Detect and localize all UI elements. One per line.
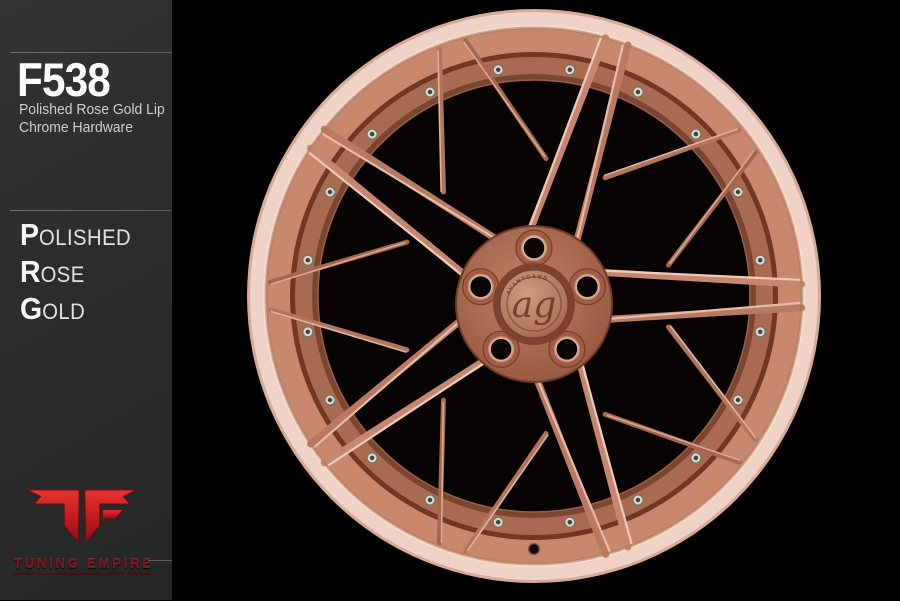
lug-hole	[490, 338, 512, 360]
panel-divider-mid	[10, 210, 172, 211]
rivet-center	[306, 258, 310, 262]
finish-word-polished: POLISHED	[20, 216, 131, 253]
finish-initial: R	[20, 253, 41, 290]
wheel-graphic: AVANTGARDE ag	[234, 0, 834, 596]
rivet-center	[428, 498, 432, 502]
jf-logo-icon	[24, 488, 140, 548]
finish-rest: OLISHED	[39, 225, 131, 251]
center-cap-logo: ag	[512, 285, 557, 326]
valve-hole	[529, 544, 540, 555]
rivet-center	[306, 330, 310, 334]
finish-label: POLISHED ROSE GOLD	[20, 216, 141, 327]
lug-hole	[556, 338, 578, 360]
rivet-center	[758, 330, 762, 334]
rivet-center	[428, 90, 432, 94]
model-subtitle-line1: Polished Rose Gold Lip	[19, 101, 165, 119]
rivet-center	[736, 190, 740, 194]
rivet-center	[328, 190, 332, 194]
finish-rest: OLD	[42, 299, 85, 325]
brand-name: TUNING EMPIRE	[14, 556, 154, 571]
finish-word-rose: ROSE	[20, 253, 131, 290]
rivet-center	[370, 456, 374, 460]
rivet-center	[328, 398, 332, 402]
rivet-center	[496, 68, 500, 72]
brand-underline	[12, 573, 153, 575]
info-panel: F538 Polished Rose Gold Lip Chrome Hardw…	[0, 0, 172, 600]
finish-initial: G	[20, 290, 42, 327]
rivet-center	[694, 456, 698, 460]
lug-hole	[470, 276, 492, 298]
finish-word-gold: GOLD	[20, 290, 131, 327]
finish-initial: P	[20, 216, 39, 253]
rivet-center	[736, 398, 740, 402]
rivet-center	[496, 520, 500, 524]
model-subtitle-line2: Chrome Hardware	[19, 119, 165, 137]
rivet-center	[758, 258, 762, 262]
lug-hole	[523, 237, 545, 259]
model-subtitle: Polished Rose Gold Lip Chrome Hardware	[19, 101, 165, 136]
wheel-image: AVANTGARDE ag	[234, 0, 834, 596]
brand-line	[148, 560, 172, 561]
rivet-center	[636, 498, 640, 502]
finish-rest: OSE	[41, 262, 85, 288]
rivet-center	[568, 520, 572, 524]
rivet-center	[636, 90, 640, 94]
lug-hole	[576, 276, 598, 298]
rivet-center	[370, 132, 374, 136]
model-title: F538	[17, 56, 110, 103]
rivet-center	[694, 132, 698, 136]
rivet-center	[568, 68, 572, 72]
